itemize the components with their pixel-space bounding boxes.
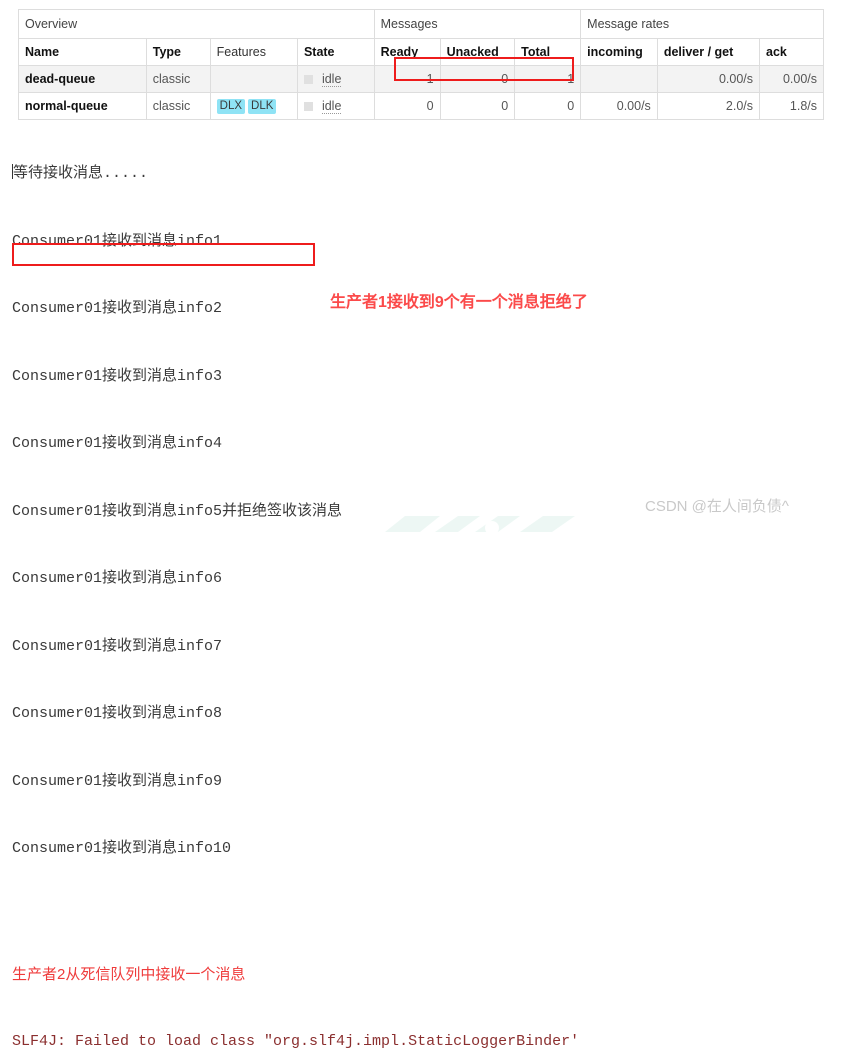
column-header-type[interactable]: Type — [145, 38, 211, 66]
console-output: 等待接收消息..... Consumer01接收到消息info1 Consume… — [12, 118, 832, 1064]
state-label: idle — [321, 99, 342, 114]
state-indicator-icon — [303, 102, 313, 112]
queue-deliver-get: 0.00/s — [656, 65, 761, 93]
queue-unacked: 0 — [439, 65, 516, 93]
queue-incoming — [580, 65, 658, 93]
console-line-slf4j: SLF4J: Failed to load class "org.slf4j.i… — [12, 1033, 580, 1050]
queue-total: 0 — [514, 92, 582, 120]
group-header-overview: Overview — [18, 9, 375, 39]
console-line: Consumer01接收到消息info7 — [12, 637, 223, 655]
state-label: idle — [321, 72, 342, 87]
queues-table: Overview Messages Message rates Name Typ… — [18, 9, 824, 120]
state-indicator-icon — [303, 75, 313, 85]
column-header-incoming[interactable]: incoming — [580, 38, 658, 66]
console-line-section-title: 生产者2从死信队列中接收一个消息 — [12, 965, 246, 983]
queue-incoming: 0.00/s — [580, 92, 658, 120]
console-line: 等待接收消息..... — [12, 163, 832, 186]
queue-state: idle — [296, 65, 375, 93]
queues-table-container: Overview Messages Message rates Name Typ… — [18, 9, 824, 120]
queue-total: 1 — [514, 65, 582, 93]
queue-name-link[interactable]: normal-queue — [18, 92, 147, 120]
queue-type: classic — [145, 92, 211, 120]
console-line-text: 等待接收消息..... — [13, 165, 149, 182]
console-line: Consumer01接收到消息info3 — [12, 367, 223, 385]
queue-state: idle — [296, 92, 375, 120]
column-header-unacked[interactable]: Unacked — [439, 38, 516, 66]
queue-name-link[interactable]: dead-queue — [18, 65, 147, 93]
queue-features — [209, 65, 298, 93]
table-group-header-row: Overview Messages Message rates — [18, 9, 824, 39]
group-header-messages: Messages — [373, 9, 582, 39]
group-header-message-rates: Message rates — [580, 9, 824, 39]
column-header-deliver-get[interactable]: deliver / get — [656, 38, 761, 66]
console-line: Consumer01接收到消息info4 — [12, 435, 223, 452]
column-header-features: Features — [209, 38, 298, 66]
feature-badge-dlk: DLK — [248, 99, 277, 114]
column-header-ready[interactable]: Ready — [373, 38, 441, 66]
queue-type: classic — [145, 65, 211, 93]
queue-features: DLX DLK — [209, 92, 298, 120]
table-column-header-row: Name Type Features State Ready Unacked T… — [18, 38, 824, 66]
console-line: Consumer01接收到消息info1 — [12, 232, 223, 250]
queue-ack: 0.00/s — [759, 65, 824, 93]
csdn-watermark-text: CSDN @在人间负债^ — [645, 498, 789, 515]
table-row[interactable]: normal-queue classic DLX DLK idle 0 0 0 0… — [18, 92, 824, 120]
feature-badge-dlx: DLX — [216, 99, 246, 114]
console-line: Consumer01接收到消息info10 — [12, 840, 232, 857]
queue-unacked: 0 — [439, 92, 516, 120]
queue-ready: 0 — [373, 92, 441, 120]
queue-deliver-get: 2.0/s — [656, 92, 761, 120]
column-header-name[interactable]: Name — [18, 38, 147, 66]
table-row[interactable]: dead-queue classic idle 1 0 1 0.00/s 0.0… — [18, 65, 824, 93]
console-line: Consumer01接收到消息info8 — [12, 705, 223, 722]
console-line: Consumer01接收到消息info6 — [12, 570, 223, 587]
console-line: Consumer01接收到消息info9 — [12, 772, 223, 790]
annotation-note: 生产者1接收到9个有一个消息拒绝了 — [330, 294, 588, 311]
column-header-ack[interactable]: ack — [759, 38, 824, 66]
column-header-total[interactable]: Total — [514, 38, 582, 66]
column-header-state[interactable]: State — [296, 38, 375, 66]
queue-ready: 1 — [373, 65, 441, 93]
queue-ack: 1.8/s — [759, 92, 824, 120]
